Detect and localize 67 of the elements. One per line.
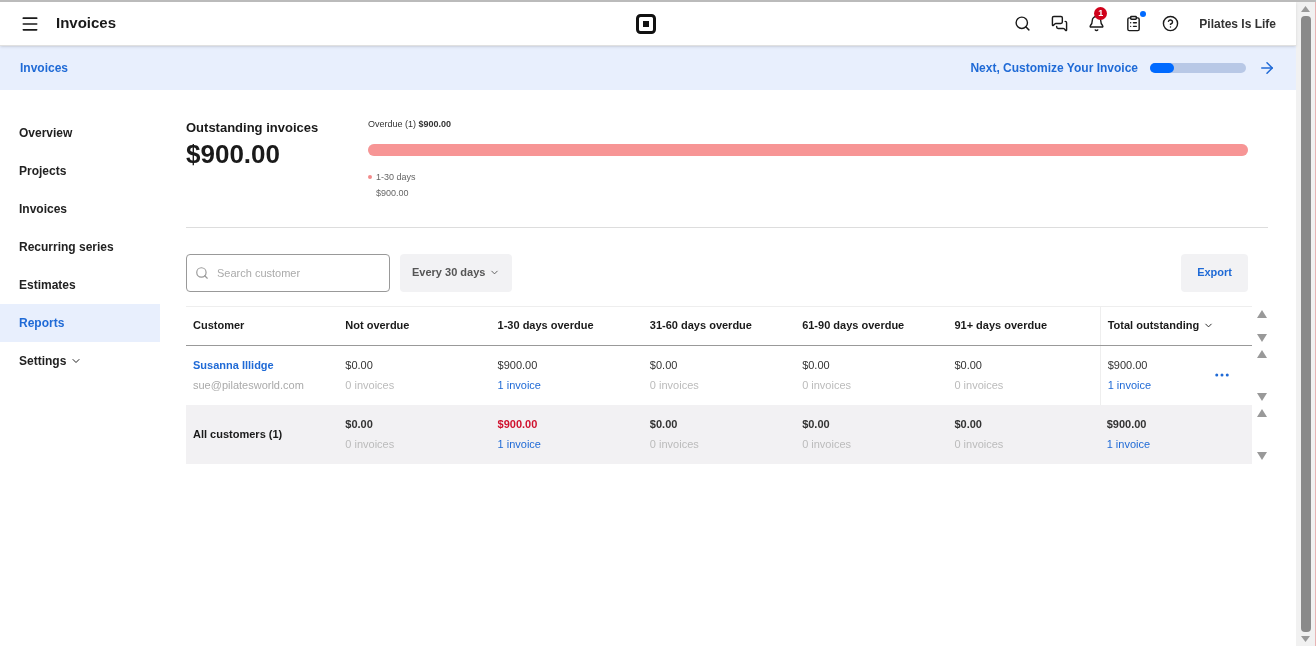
banner-title[interactable]: Invoices — [20, 59, 69, 77]
sidebar-item[interactable]: Invoices — [0, 190, 160, 228]
invoice-count-link[interactable]: 1 invoice — [1106, 435, 1245, 452]
sidebar-item[interactable]: Estimates — [0, 266, 160, 304]
customer-name[interactable]: Susanna Illidge — [193, 357, 332, 374]
column-header: Not overdue — [345, 318, 410, 334]
amount-text: $0.00 — [345, 358, 374, 373]
search-icon — [195, 265, 209, 280]
amount-text: $900.00 — [1106, 417, 1148, 432]
legend-amount: $900.00 — [375, 187, 410, 200]
amount-text: $0.00 — [649, 417, 679, 432]
scroll-up-icon[interactable] — [1257, 309, 1267, 318]
sidebar-item[interactable]: Overview — [0, 114, 160, 152]
invoice-count-link[interactable]: 1 invoice — [497, 376, 636, 393]
invoice-count: 0 invoices — [649, 377, 700, 393]
scroll-up-icon[interactable] — [1301, 6, 1310, 12]
page-title: Invoices — [56, 13, 117, 34]
scroll-down-icon[interactable] — [1301, 636, 1310, 642]
column-header: 31-60 days overdue — [649, 318, 752, 334]
sidebar-item[interactable]: Settings — [0, 342, 160, 380]
column-header: 1-30 days overdue — [497, 318, 594, 334]
column-header: 91+ days overdue — [954, 318, 1048, 334]
invoice-count-link[interactable]: 1 invoice — [1107, 376, 1213, 393]
totals-label: All customers (1) — [193, 427, 283, 440]
account-name[interactable]: Pilates Is Life — [1199, 14, 1276, 33]
scroll-down-icon[interactable] — [1257, 392, 1267, 401]
export-button[interactable]: Export — [1181, 253, 1248, 292]
invoice-count: 0 invoices — [345, 377, 396, 393]
outstanding-amount: $900.00 — [186, 137, 281, 170]
chat-icon[interactable] — [1051, 15, 1069, 32]
bell-icon[interactable] — [1088, 15, 1106, 32]
arrow-right-icon[interactable] — [1258, 59, 1276, 77]
overdue-label: Overdue (1) $900.00 — [368, 118, 453, 131]
column-header: Customer — [193, 318, 245, 334]
next-step-link[interactable]: Next, Customize Your Invoice — [970, 59, 1138, 77]
amount-text: $900.00 — [497, 358, 539, 373]
invoice-count: 0 invoices — [954, 377, 1005, 393]
sidebar-item[interactable]: Reports — [0, 304, 160, 342]
amount-text: $900.00 — [1107, 358, 1149, 373]
notification-badge: 1 — [1094, 7, 1108, 20]
column-header[interactable]: Total outstanding — [1107, 317, 1200, 334]
search-icon[interactable] — [1014, 15, 1032, 32]
amount-text: $0.00 — [345, 417, 374, 432]
legend-label: 1-30 days — [376, 170, 416, 184]
customer-email: sue@pilatesworld.com — [193, 377, 305, 393]
amount-text: $0.00 — [802, 417, 831, 432]
period-dropdown[interactable]: Every 30 days — [400, 253, 513, 292]
summary-title: Outstanding invoices — [186, 119, 320, 137]
sidebar-item[interactable]: Recurring series — [0, 228, 160, 266]
sidebar-item[interactable]: Projects — [0, 152, 160, 190]
amount-text: $0.00 — [649, 358, 679, 373]
scroll-up-icon[interactable] — [1257, 349, 1267, 358]
help-icon[interactable] — [1162, 15, 1180, 32]
page-scrollbar[interactable] — [1296, 2, 1316, 646]
amount-text: $0.00 — [954, 417, 983, 432]
scroll-down-icon[interactable] — [1257, 333, 1267, 342]
amount-text: $0.00 — [954, 358, 983, 373]
scroll-down-icon[interactable] — [1257, 451, 1267, 460]
clipboard-icon[interactable] — [1125, 15, 1143, 32]
invoice-count-link[interactable]: 1 invoice — [497, 435, 636, 452]
column-header: 61-90 days overdue — [802, 318, 905, 334]
logo-icon[interactable] — [636, 14, 656, 34]
amount-text: $0.00 — [802, 358, 831, 373]
scroll-up-icon[interactable] — [1257, 408, 1267, 417]
search-field[interactable]: Search customer — [186, 253, 390, 292]
invoice-count: 0 invoices — [802, 377, 853, 393]
amount-text: $900.00 — [497, 417, 539, 432]
